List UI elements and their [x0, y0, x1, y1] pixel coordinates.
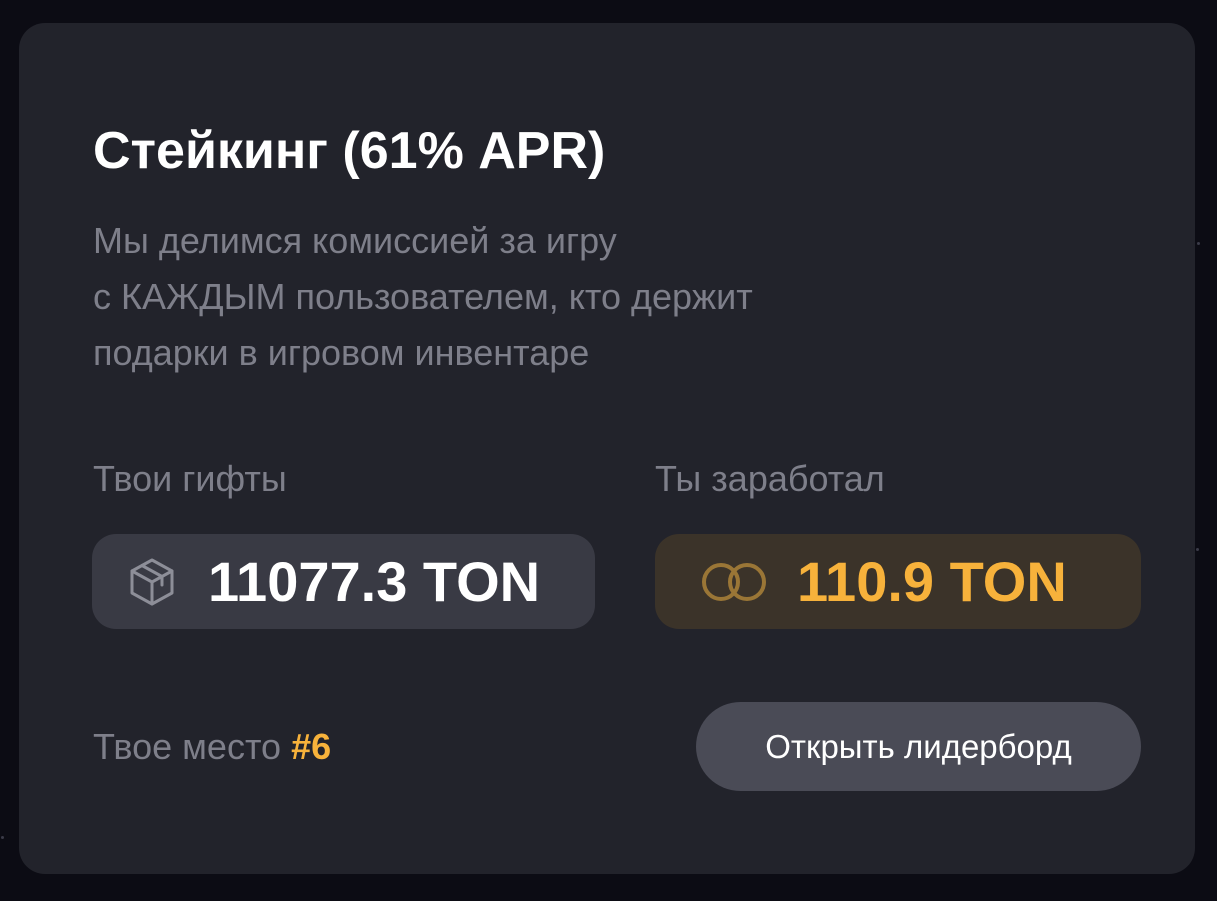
gifts-label: Твои гифты [93, 458, 287, 499]
description-line: Мы делимся комиссией за игру [93, 220, 617, 261]
staking-description: Мы делимся комиссией за игру с КАЖДЫМ по… [93, 213, 993, 381]
rank-text: Твое место #6 [93, 723, 331, 771]
staking-card: Стейкинг (61% APR) Мы делимся комиссией … [19, 23, 1195, 874]
earned-label: Ты заработал [655, 458, 885, 499]
background-star [1197, 242, 1200, 245]
background-star [1, 836, 4, 839]
staking-title: Стейкинг (61% APR) [93, 122, 606, 180]
earned-balance: 110.9 TON [655, 534, 1141, 629]
earned-value: 110.9 TON [797, 549, 1067, 613]
background-star [1196, 548, 1199, 551]
description-line: с КАЖДЫМ пользователем, кто держит [93, 276, 753, 317]
rank-value: #6 [291, 726, 332, 767]
coins-icon [699, 560, 771, 604]
description-line: подарки в игровом инвентаре [93, 332, 590, 373]
rank-label: Твое место [93, 726, 282, 767]
gifts-balance: 11077.3 TON [92, 534, 595, 629]
gifts-value: 11077.3 TON [208, 549, 541, 613]
box-icon [126, 556, 178, 608]
open-leaderboard-button[interactable]: Открыть лидерборд [696, 702, 1141, 791]
